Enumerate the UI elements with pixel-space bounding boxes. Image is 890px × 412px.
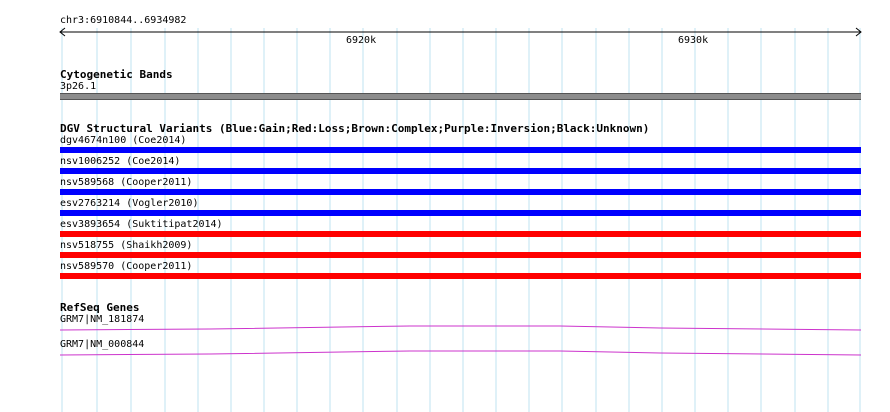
variant-bar-gain[interactable] <box>60 168 861 174</box>
tick-label-6930k: 6930k <box>678 35 709 46</box>
refseq-track-title[interactable]: RefSeq Genes <box>60 301 139 314</box>
variant-label[interactable]: nsv1006252 (Coe2014) <box>60 156 180 168</box>
gene-model[interactable] <box>60 321 861 337</box>
variant-label[interactable]: nsv589570 (Cooper2011) <box>60 261 192 273</box>
variant-bar-gain[interactable] <box>60 210 861 216</box>
gene-model[interactable] <box>60 346 861 362</box>
variant-bar-gain[interactable] <box>60 189 861 195</box>
cytoband-track-title[interactable]: Cytogenetic Bands <box>60 68 173 81</box>
variant-bar-loss[interactable] <box>60 252 861 258</box>
tick-label-6920k: 6920k <box>346 35 377 46</box>
gene-line <box>60 350 861 356</box>
variant-label[interactable]: esv3893654 (Suktitipat2014) <box>60 219 223 231</box>
variant-bar-loss[interactable] <box>60 273 861 279</box>
variant-label[interactable]: dgv4674n100 (Coe2014) <box>60 135 186 147</box>
variant-label[interactable]: nsv589568 (Cooper2011) <box>60 177 192 189</box>
variant-label[interactable]: nsv518755 (Shaikh2009) <box>60 240 192 252</box>
variant-bar-gain[interactable] <box>60 147 861 153</box>
cytoband-bar[interactable] <box>60 93 861 100</box>
variant-label[interactable]: esv2763214 (Vogler2010) <box>60 198 198 210</box>
variant-bar-loss[interactable] <box>60 231 861 237</box>
ruler-axis <box>59 27 862 37</box>
dgv-track-title[interactable]: DGV Structural Variants (Blue:Gain;Red:L… <box>60 122 649 135</box>
gene-line <box>60 325 861 331</box>
cytoband-label: 3p26.1 <box>60 81 97 92</box>
